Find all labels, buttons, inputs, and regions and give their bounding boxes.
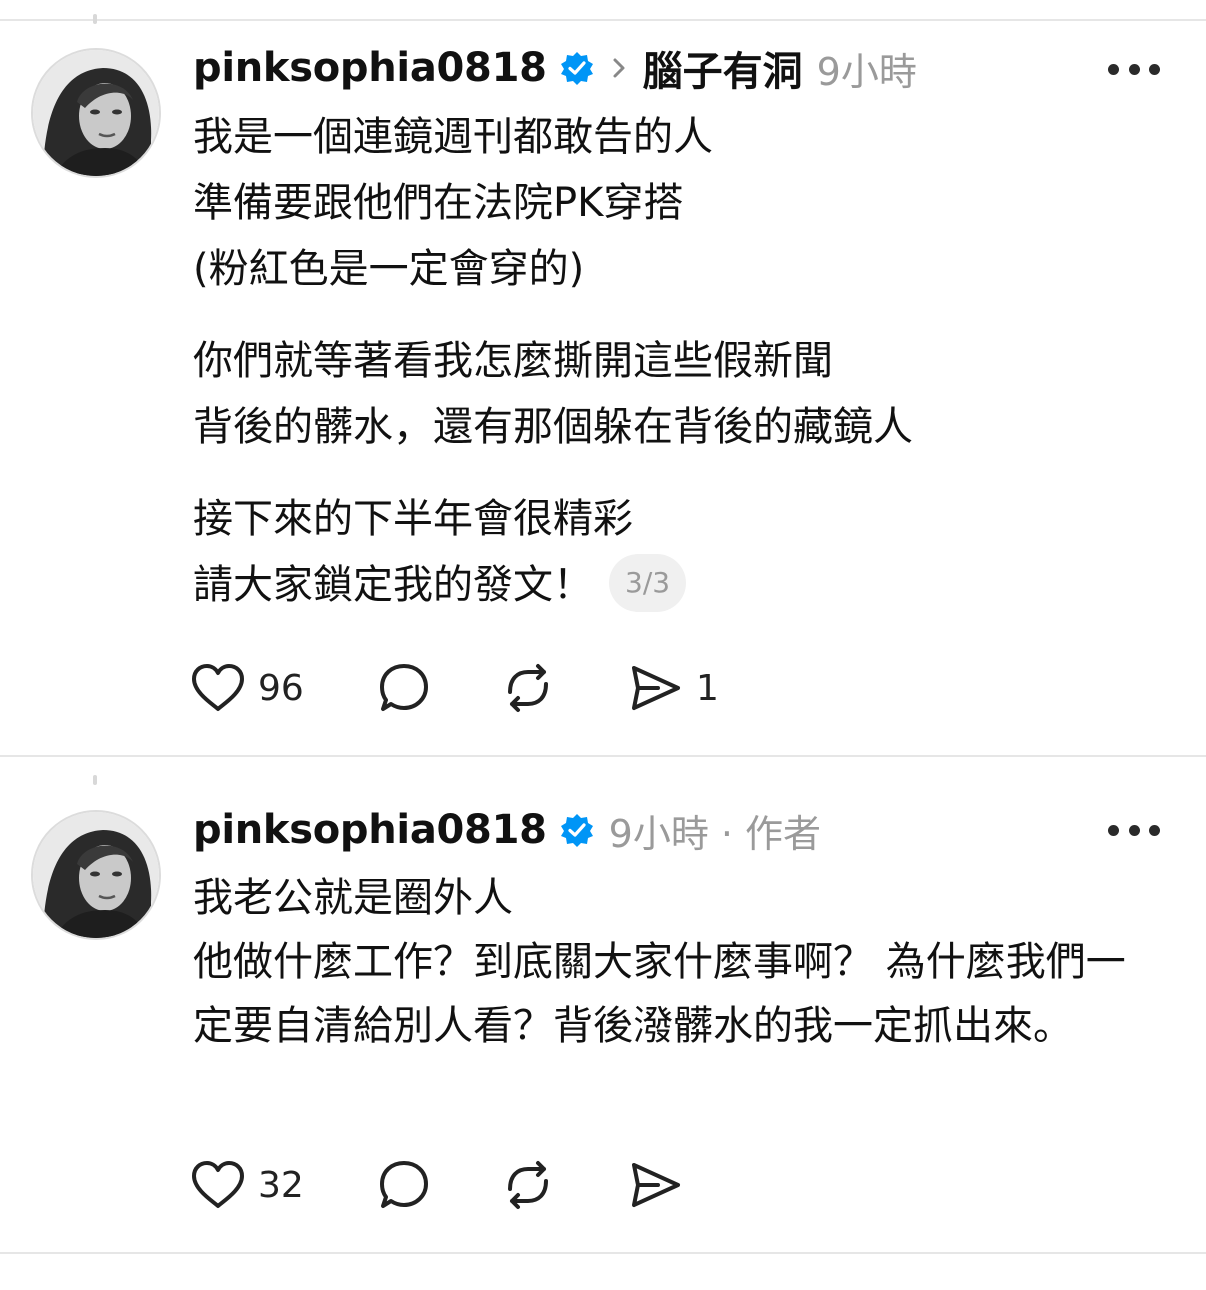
text-line: 請大家鎖定我的發文！ 3/3 <box>193 552 1173 618</box>
share-button[interactable]: 1 <box>628 660 719 716</box>
text-line: 我老公就是圈外人 <box>193 875 513 921</box>
paragraph: 你們就等著看我怎麼撕開這些假新聞 背後的髒水，還有那個躲在背後的藏鏡人 <box>193 328 1173 460</box>
send-icon <box>628 1159 684 1211</box>
text-line: 你們就等著看我怎麼撕開這些假新聞 <box>193 338 833 384</box>
comment-button[interactable] <box>378 1157 502 1213</box>
text-line: 背後的髒水，還有那個躲在背後的藏鏡人 <box>193 404 913 450</box>
avatar[interactable] <box>31 810 161 940</box>
comment-bubble-icon <box>378 662 430 714</box>
share-button[interactable] <box>628 1157 684 1213</box>
comment-button[interactable] <box>378 660 502 716</box>
like-button[interactable]: 96 <box>190 660 378 716</box>
action-bar: 96 1 <box>190 660 719 716</box>
username[interactable]: pinksophia0818 <box>193 807 547 853</box>
thread-pager-badge: 3/3 <box>609 554 687 612</box>
chevron-right-icon <box>609 53 629 83</box>
comment-bubble-icon <box>378 1159 430 1211</box>
repost-button[interactable] <box>502 1157 628 1213</box>
like-count: 32 <box>258 1164 304 1206</box>
text-line-content: 請大家鎖定我的發文！ <box>193 562 593 608</box>
repost-button[interactable] <box>502 660 628 716</box>
heart-icon <box>190 1160 246 1210</box>
more-dots-icon <box>1108 824 1119 836</box>
text-line: 他做什麼工作？到底關大家什麼事啊？ 為什麼我們一定要自清給別人看？背後潑髒水的我… <box>193 939 1126 1049</box>
bottom-divider <box>0 1252 1206 1254</box>
post-time: 9小時 <box>608 811 709 856</box>
heart-icon <box>190 663 246 713</box>
repost-icon <box>502 1159 554 1211</box>
share-count: 1 <box>696 667 719 709</box>
text-line: 準備要跟他們在法院PK穿搭 <box>193 180 684 226</box>
more-dots-icon <box>1108 63 1119 75</box>
more-options-button[interactable] <box>1108 62 1160 76</box>
post-header: pinksophia0818 腦子有洞 9小時 <box>193 40 917 96</box>
text-line: 我是一個連鏡週刊都敢告的人 <box>193 114 713 160</box>
post-time: 9小時 <box>816 49 917 94</box>
author-label: · 作者 <box>720 811 822 856</box>
topic-tag[interactable]: 腦子有洞 <box>643 39 803 97</box>
username[interactable]: pinksophia0818 <box>193 45 547 91</box>
text-line: (粉紅色是一定會穿的) <box>193 246 585 292</box>
paragraph: 我是一個連鏡週刊都敢告的人 準備要跟他們在法院PK穿搭 (粉紅色是一定會穿的) <box>193 104 1173 302</box>
paragraph: 我老公就是圈外人 他做什麼工作？到底關大家什麼事啊？ 為什麼我們一定要自清給別人… <box>193 866 1163 1058</box>
post-body: 我老公就是圈外人 他做什麼工作？到底關大家什麼事啊？ 為什麼我們一定要自清給別人… <box>193 866 1163 1058</box>
thread-connector <box>93 775 97 785</box>
action-bar: 32 <box>190 1157 684 1213</box>
top-divider <box>0 19 1206 21</box>
repost-icon <box>502 662 554 714</box>
send-icon <box>628 662 684 714</box>
like-count: 96 <box>258 667 304 709</box>
verified-badge-icon <box>559 50 595 86</box>
paragraph: 接下來的下半年會很精彩 請大家鎖定我的發文！ 3/3 <box>193 486 1173 618</box>
verified-badge-icon <box>559 812 595 848</box>
avatar-photo <box>33 812 159 938</box>
text-line: 接下來的下半年會很精彩 <box>193 496 633 542</box>
thread-connector <box>93 14 97 24</box>
post-header: pinksophia0818 9小時 · 作者 <box>193 802 821 858</box>
post-divider <box>0 755 1206 757</box>
avatar-photo <box>33 50 159 176</box>
avatar[interactable] <box>31 48 161 178</box>
like-button[interactable]: 32 <box>190 1157 378 1213</box>
post-body: 我是一個連鏡週刊都敢告的人 準備要跟他們在法院PK穿搭 (粉紅色是一定會穿的) … <box>193 104 1173 618</box>
more-options-button[interactable] <box>1108 823 1160 837</box>
